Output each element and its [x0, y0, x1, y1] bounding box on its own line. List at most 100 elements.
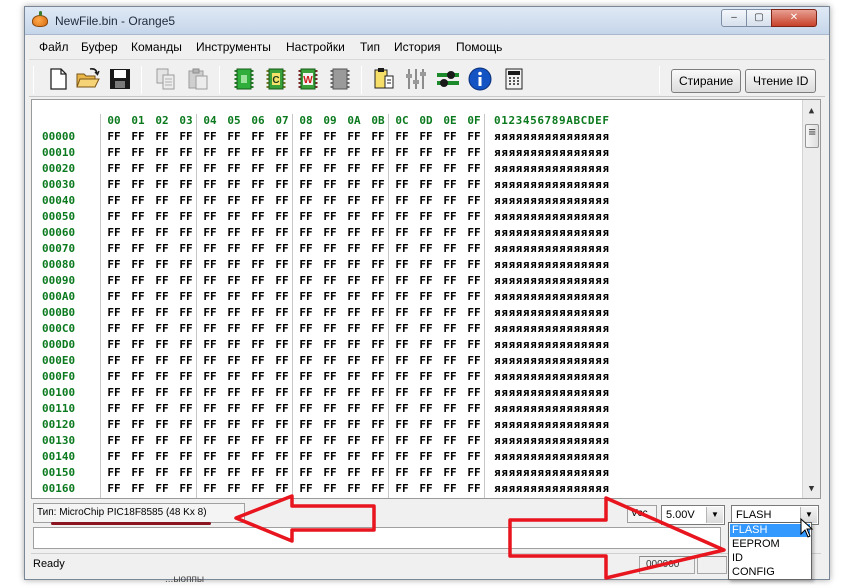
hex-byte-cell[interactable]: FF: [414, 354, 438, 367]
scroll-thumb[interactable]: [805, 124, 819, 148]
hex-byte-cell[interactable]: FF: [318, 466, 342, 479]
hex-byte-cell[interactable]: FF: [126, 370, 150, 383]
hex-byte-cell[interactable]: FF: [246, 402, 270, 415]
hex-byte-cell[interactable]: FF: [102, 258, 126, 271]
hex-byte-cell[interactable]: FF: [174, 434, 198, 447]
hex-byte-cell[interactable]: FF: [318, 482, 342, 495]
hex-byte-cell[interactable]: FF: [222, 290, 246, 303]
hex-byte-cell[interactable]: FF: [222, 130, 246, 143]
hex-byte-cell[interactable]: FF: [150, 178, 174, 191]
hex-byte-cell[interactable]: FF: [366, 370, 390, 383]
hex-byte-cell[interactable]: FF: [294, 242, 318, 255]
hex-byte-cell[interactable]: FF: [246, 226, 270, 239]
hex-row-ascii[interactable]: яяяяяяяяяяяяяяяя: [494, 178, 610, 191]
hex-byte-cell[interactable]: FF: [462, 290, 486, 303]
hex-byte-cell[interactable]: FF: [390, 370, 414, 383]
hex-byte-cell[interactable]: FF: [390, 146, 414, 159]
hex-byte-cell[interactable]: FF: [438, 370, 462, 383]
hex-byte-cell[interactable]: FF: [150, 146, 174, 159]
hex-byte-cell[interactable]: FF: [294, 466, 318, 479]
hex-row-ascii[interactable]: яяяяяяяяяяяяяяяя: [494, 450, 610, 463]
hex-byte-cell[interactable]: FF: [126, 322, 150, 335]
minimize-button[interactable]: ‒: [721, 9, 747, 27]
hex-byte-cell[interactable]: FF: [414, 130, 438, 143]
hex-byte-cell[interactable]: FF: [246, 354, 270, 367]
hex-byte-cell[interactable]: FF: [342, 418, 366, 431]
hex-byte-cell[interactable]: FF: [150, 354, 174, 367]
hex-byte-cell[interactable]: FF: [270, 402, 294, 415]
hex-byte-cell[interactable]: FF: [366, 258, 390, 271]
hex-byte-cell[interactable]: FF: [198, 418, 222, 431]
hex-byte-cell[interactable]: FF: [294, 162, 318, 175]
hex-byte-cell[interactable]: FF: [222, 210, 246, 223]
hex-byte-cell[interactable]: FF: [414, 466, 438, 479]
hex-byte-cell[interactable]: FF: [174, 402, 198, 415]
hex-byte-cell[interactable]: FF: [438, 146, 462, 159]
chevron-down-icon[interactable]: ▼: [706, 507, 723, 523]
hex-byte-cell[interactable]: FF: [414, 242, 438, 255]
hex-byte-cell[interactable]: FF: [462, 258, 486, 271]
hex-byte-cell[interactable]: FF: [342, 322, 366, 335]
hex-byte-cell[interactable]: FF: [462, 306, 486, 319]
hex-byte-cell[interactable]: FF: [126, 306, 150, 319]
menu-file[interactable]: Файл: [39, 40, 69, 54]
hex-row-ascii[interactable]: яяяяяяяяяяяяяяяя: [494, 402, 610, 415]
hex-byte-cell[interactable]: FF: [390, 290, 414, 303]
hex-byte-cell[interactable]: FF: [174, 210, 198, 223]
hex-row-ascii[interactable]: яяяяяяяяяяяяяяяя: [494, 466, 610, 479]
hex-byte-cell[interactable]: FF: [150, 402, 174, 415]
hex-byte-cell[interactable]: FF: [222, 338, 246, 351]
hex-byte-cell[interactable]: FF: [102, 370, 126, 383]
menu-buffer[interactable]: Буфер: [81, 40, 118, 54]
hex-byte-cell[interactable]: FF: [342, 466, 366, 479]
hex-byte-cell[interactable]: FF: [414, 402, 438, 415]
hex-byte-cell[interactable]: FF: [390, 338, 414, 351]
hex-byte-cell[interactable]: FF: [222, 162, 246, 175]
hex-byte-cell[interactable]: FF: [390, 226, 414, 239]
hex-byte-cell[interactable]: FF: [438, 162, 462, 175]
scroll-down-arrow-icon[interactable]: ▼: [805, 482, 818, 496]
hex-byte-cell[interactable]: FF: [366, 306, 390, 319]
hex-byte-cell[interactable]: FF: [198, 306, 222, 319]
hex-byte-cell[interactable]: FF: [174, 322, 198, 335]
hex-byte-cell[interactable]: FF: [174, 466, 198, 479]
hex-byte-cell[interactable]: FF: [294, 418, 318, 431]
hex-byte-cell[interactable]: FF: [174, 130, 198, 143]
hex-byte-cell[interactable]: FF: [294, 322, 318, 335]
hex-byte-cell[interactable]: FF: [366, 354, 390, 367]
hex-byte-cell[interactable]: FF: [414, 274, 438, 287]
hex-byte-cell[interactable]: FF: [462, 162, 486, 175]
hex-byte-cell[interactable]: FF: [198, 290, 222, 303]
hex-row-ascii[interactable]: яяяяяяяяяяяяяяяя: [494, 370, 610, 383]
hex-byte-cell[interactable]: FF: [390, 386, 414, 399]
hex-byte-cell[interactable]: FF: [222, 386, 246, 399]
hex-byte-cell[interactable]: FF: [198, 178, 222, 191]
hex-byte-cell[interactable]: FF: [366, 322, 390, 335]
hex-byte-cell[interactable]: FF: [246, 242, 270, 255]
hex-byte-cell[interactable]: FF: [102, 226, 126, 239]
hex-byte-cell[interactable]: FF: [366, 194, 390, 207]
hex-byte-cell[interactable]: FF: [198, 210, 222, 223]
hex-byte-cell[interactable]: FF: [462, 386, 486, 399]
hex-byte-cell[interactable]: FF: [126, 162, 150, 175]
hex-byte-cell[interactable]: FF: [222, 178, 246, 191]
hex-byte-cell[interactable]: FF: [462, 434, 486, 447]
hex-byte-cell[interactable]: FF: [270, 370, 294, 383]
hex-byte-cell[interactable]: FF: [102, 322, 126, 335]
menu-type[interactable]: Тип: [360, 40, 380, 54]
hex-byte-cell[interactable]: FF: [126, 450, 150, 463]
hex-byte-cell[interactable]: FF: [366, 130, 390, 143]
hex-byte-cell[interactable]: FF: [318, 322, 342, 335]
hex-byte-cell[interactable]: FF: [462, 322, 486, 335]
sliders-icon[interactable]: [403, 66, 429, 92]
hex-byte-cell[interactable]: FF: [438, 482, 462, 495]
hex-byte-cell[interactable]: FF: [126, 226, 150, 239]
hex-byte-cell[interactable]: FF: [222, 466, 246, 479]
hex-byte-cell[interactable]: FF: [414, 290, 438, 303]
hex-byte-cell[interactable]: FF: [270, 482, 294, 495]
hex-byte-cell[interactable]: FF: [246, 450, 270, 463]
hex-byte-cell[interactable]: FF: [390, 194, 414, 207]
hex-byte-cell[interactable]: FF: [222, 146, 246, 159]
hex-byte-cell[interactable]: FF: [342, 450, 366, 463]
hex-byte-cell[interactable]: FF: [318, 274, 342, 287]
